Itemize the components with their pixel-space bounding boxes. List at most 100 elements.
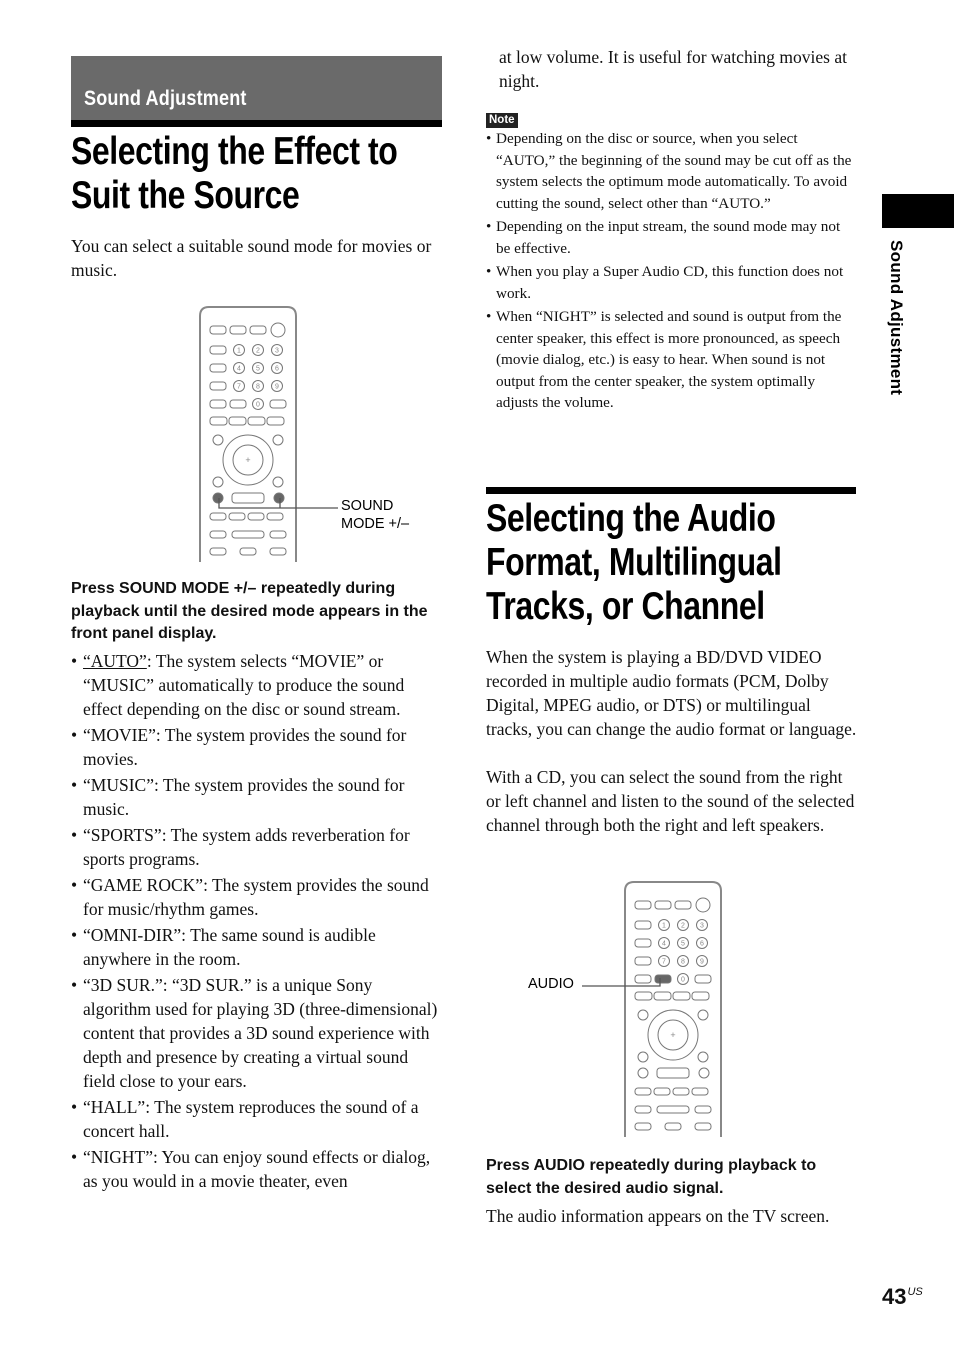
remote-number-label: 0 <box>256 402 260 409</box>
section2-title-line2: Format, Multilingual <box>486 541 782 584</box>
sound-mode-list: “AUTO”: The system selects “MOVIE” or “M… <box>71 649 443 1195</box>
sound-mode-item: “3D SUR.”: “3D SUR.” is a unique Sony al… <box>71 973 443 1093</box>
note-item: Depending on the input stream, the sound… <box>486 216 856 259</box>
remote-button <box>229 325 247 335</box>
remote-button <box>654 900 672 910</box>
remote-button <box>209 363 227 373</box>
sound-mode-name: “SPORTS” <box>83 825 162 845</box>
section2-rule <box>486 487 856 494</box>
remote-stop-button <box>694 1122 712 1131</box>
remote-number-label: 2 <box>681 923 685 930</box>
note-section: Note <box>486 110 518 128</box>
remote-button <box>634 956 652 966</box>
note-item: Depending on the disc or source, when yo… <box>486 128 856 214</box>
remote-color-button <box>247 416 266 426</box>
night-mode-continued: at low volume. It is useful for watching… <box>499 47 847 91</box>
remote-transport-button <box>691 1087 709 1096</box>
remote-number-label: 3 <box>700 923 704 930</box>
callout-line2: MODE +/– <box>341 516 410 532</box>
remote-number-label: 5 <box>681 941 685 948</box>
remote-number-label: 7 <box>237 384 241 391</box>
sound-mode-name: “NIGHT” <box>83 1147 153 1167</box>
sound-mode-item: “AUTO”: The system selects “MOVIE” or “M… <box>71 649 443 721</box>
section2-result: The audio information appears on the TV … <box>486 1206 830 1226</box>
remote-button <box>212 434 224 446</box>
sound-mode-item: “SPORTS”: The system adds reverberation … <box>71 823 443 871</box>
remote-button <box>634 1122 652 1131</box>
remote-transport-button <box>634 1105 652 1114</box>
remote-button <box>209 399 227 409</box>
sound-mode-name: “HALL” <box>83 1097 146 1117</box>
remote-button <box>272 476 284 488</box>
remote-button <box>229 399 247 409</box>
remote-button <box>694 974 712 984</box>
remote-number-label: 4 <box>662 941 666 948</box>
section-header-rule <box>71 120 442 127</box>
remote-button <box>209 325 227 335</box>
section2-step: Press AUDIO repeatedly during playback t… <box>486 1157 817 1197</box>
sound-mode-name: “MOVIE” <box>83 725 156 745</box>
section2-title-line1: Selecting the Audio <box>486 497 776 540</box>
remote-pause-button <box>239 547 257 556</box>
note-item: When “NIGHT” is selected and sound is ou… <box>486 306 856 414</box>
remote-control-figure-sound-mode: 1 2 3 4 5 6 7 8 9 0 + <box>199 306 297 562</box>
remote-button <box>674 900 692 910</box>
remote-button <box>209 547 227 556</box>
section-header-title: Sound Adjustment <box>84 87 247 110</box>
remote-number-label: 0 <box>681 977 685 984</box>
sound-mode-item: “GAME ROCK”: The system provides the sou… <box>71 873 443 921</box>
remote-control-figure-audio: 1 2 3 4 5 6 7 8 9 0 + <box>624 881 722 1137</box>
remote-button <box>637 1067 649 1079</box>
remote-play-button <box>231 530 265 539</box>
notes-list: Depending on the disc or source, when yo… <box>486 128 856 416</box>
sound-mode-callout-label: SOUND MODE +/– <box>341 497 409 533</box>
remote-color-button <box>672 991 691 1001</box>
remote-pause-button <box>664 1122 682 1131</box>
remote-button <box>209 381 227 391</box>
remote-number-label: 9 <box>275 384 279 391</box>
remote-button <box>249 325 267 335</box>
sound-mode-name: “OMNI-DIR” <box>83 925 182 945</box>
remote-button <box>634 920 652 930</box>
sound-mode-item: “NIGHT”: You can enjoy sound effects or … <box>71 1145 443 1193</box>
remote-number-label: 3 <box>275 348 279 355</box>
side-tab-label: Sound Adjustment <box>886 240 916 440</box>
remote-button <box>269 399 287 409</box>
remote-color-button <box>653 991 672 1001</box>
remote-button <box>637 1009 649 1021</box>
remote-number-label: 2 <box>256 348 260 355</box>
remote-button <box>637 1051 649 1063</box>
sound-mode-name: “AUTO” <box>83 651 147 671</box>
section2-para2: With a CD, you can select the sound from… <box>486 767 855 835</box>
side-tab-text: Sound Adjustment <box>887 240 906 396</box>
audio-callout-label: AUDIO <box>528 976 574 992</box>
remote-number-label: 4 <box>237 366 241 373</box>
sound-mode-name: “3D SUR.” <box>83 975 163 995</box>
remote-power-button <box>270 322 286 338</box>
sound-mode-item: “MOVIE”: The system provides the sound f… <box>71 723 443 771</box>
callout-line1: SOUND <box>341 498 394 514</box>
remote-number-label: 9 <box>700 959 704 966</box>
section1-title: Selecting the Effect to Suit the Source <box>71 130 469 218</box>
sound-mode-name: “GAME ROCK” <box>83 875 204 895</box>
remote-number-label: 7 <box>662 959 666 966</box>
remote-transport-button <box>269 530 287 539</box>
note-item: When you play a Super Audio CD, this fun… <box>486 261 856 304</box>
remote-button <box>272 434 284 446</box>
remote-number-label: 8 <box>256 384 260 391</box>
remote-color-button <box>266 416 285 426</box>
remote-number-label: 6 <box>275 366 279 373</box>
remote-transport-button <box>209 530 227 539</box>
remote-button <box>697 1009 709 1021</box>
section1-step: Press SOUND MODE +/– repeatedly during p… <box>71 580 428 642</box>
remote-dpad-plus: + <box>670 1030 675 1040</box>
section2-title: Selecting the Audio Format, Multilingual… <box>486 497 846 629</box>
remote-stop-button <box>269 547 287 556</box>
remote-color-button <box>691 991 710 1001</box>
sound-mode-item: “HALL”: The system reproduces the sound … <box>71 1095 443 1143</box>
remote-number-label: 5 <box>256 366 260 373</box>
remote-dpad-plus: + <box>245 455 250 465</box>
remote-button <box>697 1051 709 1063</box>
audio-callout-line <box>582 978 661 987</box>
sound-mode-item: “OMNI-DIR”: The same sound is audible an… <box>71 923 443 971</box>
